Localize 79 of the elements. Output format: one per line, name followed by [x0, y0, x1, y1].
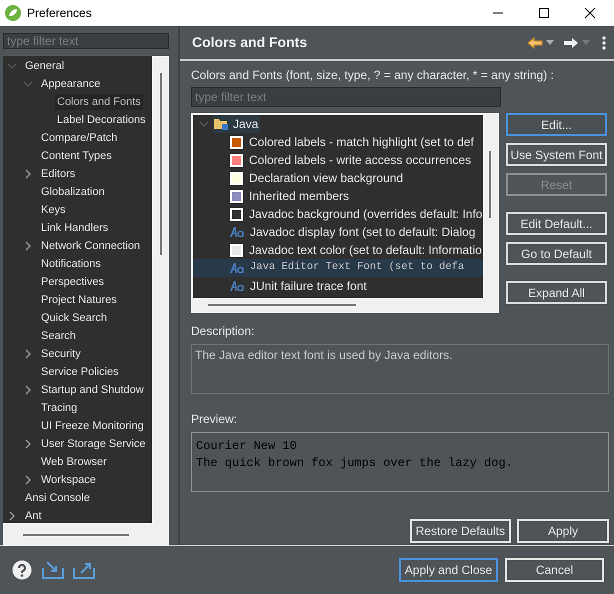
scrollbar-thumb[interactable] [160, 73, 162, 255]
dialog-button[interactable]: Edit Default... [506, 212, 607, 235]
preview-text: The quick brown fox jumps over the lazy dog. [196, 455, 514, 472]
tree-item[interactable]: UI Freeze Monitoring [39, 418, 146, 434]
tree-item[interactable]: Web Browser [39, 454, 109, 470]
expand-chevron-icon[interactable] [23, 385, 33, 395]
tree-item[interactable]: Appearance [39, 76, 102, 92]
description-label: Description: [191, 323, 256, 340]
more-options-icon[interactable] [602, 36, 606, 50]
tree-item[interactable]: Project Natures [39, 292, 119, 308]
forward-arrow-icon[interactable] [563, 36, 579, 48]
tree-item[interactable]: Javadoc text color (set to default: Informatio [249, 241, 482, 259]
page-title: Colors and Fonts [192, 33, 308, 52]
scrollbar-thumb[interactable] [23, 534, 129, 536]
back-arrow-icon[interactable] [527, 36, 543, 48]
filter-field[interactable]: type filter text [191, 87, 501, 107]
tree-item[interactable]: Keys [39, 202, 68, 218]
dialog-button[interactable]: Use System Font [506, 143, 607, 166]
dialog-button[interactable]: Go to Default [506, 242, 607, 265]
filter-label: Colors and Fonts (font, size, type, ? = any character, * = any string) : [191, 67, 555, 84]
dialog-button: Reset [506, 173, 607, 196]
tree-item[interactable]: Search [39, 328, 78, 344]
expand-chevron-icon[interactable] [23, 241, 33, 251]
tree-item[interactable]: User Storage Service [39, 436, 148, 452]
font-icon [230, 263, 244, 273]
scrollbar-thumb[interactable] [489, 151, 491, 218]
tree-item[interactable]: Tracing [39, 400, 80, 416]
import-icon[interactable] [42, 560, 64, 580]
description-text: The Java editor text font is used by Java editors. [195, 348, 452, 362]
tree-item[interactable]: Javadoc display font (set to default: Dialog [250, 223, 476, 241]
tree-item[interactable]: Link Handlers [39, 220, 110, 236]
help-icon[interactable] [12, 560, 32, 580]
tree-item[interactable]: Workspace [39, 472, 98, 488]
tree-item[interactable]: Globalization [39, 184, 107, 200]
tree-item[interactable]: Startup and Shutdow [39, 382, 146, 398]
tree-item[interactable]: Notifications [39, 256, 103, 272]
dropdown-icon[interactable] [546, 40, 554, 45]
tree-item[interactable]: Colored labels - match highlight (set to def [249, 133, 474, 151]
tree-item[interactable]: Security [39, 346, 83, 362]
tree-item[interactable]: JUnit failure trace font [250, 277, 367, 295]
expand-chevron-icon[interactable] [23, 439, 33, 449]
filter-field[interactable]: type filter text [3, 33, 169, 49]
tree-item[interactable]: General [23, 58, 66, 74]
tree-item[interactable]: Service Policies [39, 364, 121, 380]
tree-item[interactable]: Compare/Patch [39, 130, 120, 146]
tree-item[interactable]: Network Connection [39, 238, 142, 254]
tree-item[interactable]: Content Types [39, 148, 114, 164]
expand-chevron-icon[interactable] [23, 475, 33, 485]
restore-defaults-button[interactable]: Restore Defaults [410, 519, 511, 543]
apply-button[interactable]: Apply [517, 519, 609, 543]
tree-item[interactable]: Colored labels - write access occurrences [249, 151, 472, 169]
scrollbar-thumb[interactable] [208, 304, 356, 306]
dialog-button[interactable]: Cancel [505, 558, 604, 582]
close-icon[interactable] [584, 7, 596, 19]
app-logo-icon [5, 5, 21, 21]
expand-chevron-icon[interactable] [7, 511, 17, 521]
font-icon [230, 227, 244, 237]
expand-chevron-icon[interactable] [23, 349, 33, 359]
folder-icon [213, 117, 229, 131]
tree-item[interactable]: Perspectives [39, 274, 106, 290]
maximize-icon[interactable] [538, 7, 550, 19]
tree-item[interactable]: Colors and Fonts [55, 94, 143, 110]
export-icon[interactable] [73, 560, 95, 580]
dialog-button[interactable]: Edit... [506, 113, 607, 136]
tree-item[interactable]: Editors [39, 166, 78, 182]
tree-item[interactable]: Declaration view background [249, 169, 404, 187]
preview-label: Preview: [191, 411, 238, 428]
font-icon [230, 281, 244, 291]
dialog-button[interactable]: Expand All [506, 281, 607, 304]
tree-item[interactable]: Label Decorations [55, 112, 148, 128]
tree-item[interactable]: Quick Search [39, 310, 110, 326]
window-title: Preferences [27, 5, 92, 22]
tree-item[interactable]: Inherited members [249, 187, 350, 205]
dialog-button[interactable]: Apply and Close [399, 558, 498, 582]
tree-item[interactable]: Ansi Console [23, 490, 92, 506]
preview-text: Courier New 10 [196, 438, 298, 455]
tree-item[interactable]: Javadoc background (overrides default: Info [249, 205, 482, 223]
tree-item[interactable]: Ant [23, 508, 44, 523]
expand-chevron-icon[interactable] [23, 169, 33, 179]
